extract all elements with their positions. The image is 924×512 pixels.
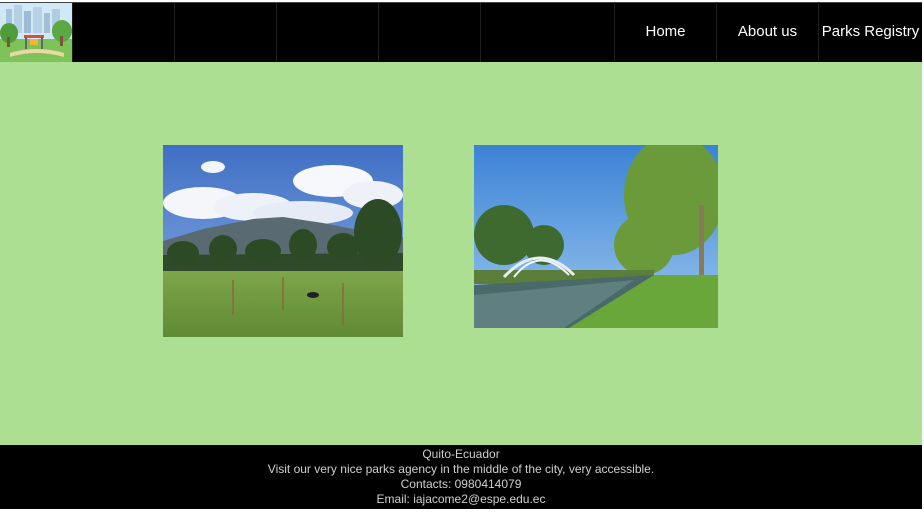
page-footer: Quito-Ecuador Visit our very nice parks … [0, 445, 922, 509]
main-content [0, 62, 922, 445]
nav-spacer [276, 3, 378, 62]
nav-spacer [174, 3, 276, 62]
nav-spacer [378, 3, 480, 62]
footer-email: Email: iajacome2@espe.edu.ec [376, 492, 546, 506]
footer-city: Quito-Ecuador [422, 447, 500, 461]
footer-contacts: Contacts: 0980414079 [400, 477, 522, 491]
nav-spacer [480, 3, 582, 62]
footer-tagline: Visit our very nice parks agency in the … [267, 462, 655, 476]
nav-home-link[interactable]: Home [614, 2, 716, 61]
nav-about-link[interactable]: About us [716, 2, 818, 61]
nav-spacer [72, 3, 174, 62]
nav-parks-registry-link[interactable]: Parks Registry [818, 2, 922, 61]
park-fountain-photo [474, 145, 718, 328]
park-mountain-photo [163, 145, 403, 337]
page: Home About us Parks Registry Quito-Ecuad… [0, 0, 924, 512]
park-logo[interactable] [0, 3, 72, 62]
